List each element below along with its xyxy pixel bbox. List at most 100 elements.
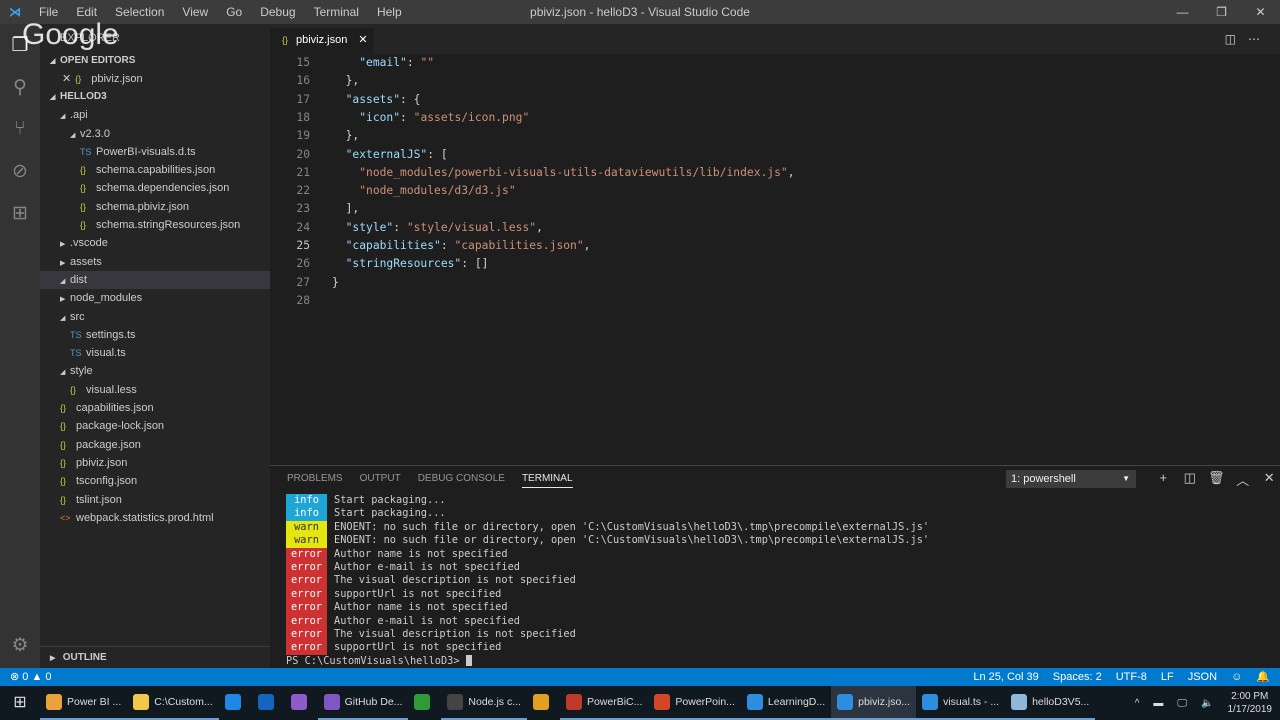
taskbar-app-powerpoint[interactable]: ■ PowerPoin... bbox=[648, 686, 741, 720]
settings-gear-icon[interactable]: ⚙ bbox=[0, 624, 40, 666]
tree-item[interactable]: ◢ .api bbox=[40, 106, 270, 124]
tree-item[interactable]: {} package-lock.json bbox=[40, 417, 270, 435]
volume-icon[interactable]: 🔈 bbox=[1201, 698, 1213, 709]
tree-item[interactable]: {} pbiviz.json bbox=[40, 454, 270, 472]
tree-item[interactable]: ▶ assets bbox=[40, 253, 270, 271]
tree-item[interactable]: ▶ .vscode bbox=[40, 234, 270, 252]
terminal-selector[interactable]: 1: powershell ▼ bbox=[1006, 470, 1136, 488]
menu-go[interactable]: Go bbox=[226, 5, 242, 19]
tree-item[interactable]: {} package.json bbox=[40, 436, 270, 454]
tray-chevron-icon[interactable]: ^ bbox=[1135, 698, 1140, 709]
debug-icon[interactable]: ⊘ bbox=[0, 150, 40, 192]
tree-item[interactable]: {} visual.less bbox=[40, 381, 270, 399]
menu-edit[interactable]: Edit bbox=[76, 5, 97, 19]
line-ending[interactable]: LF bbox=[1161, 668, 1174, 686]
menu-file[interactable]: File bbox=[39, 5, 58, 19]
ts-file-icon: TS bbox=[80, 146, 92, 157]
cursor-position[interactable]: Ln 25, Col 39 bbox=[973, 668, 1038, 686]
taskbar-app-chrome[interactable]: ■ Power BI ... bbox=[40, 686, 128, 720]
tree-item[interactable]: {} tslint.json bbox=[40, 491, 270, 509]
tree-item[interactable]: {} schema.dependencies.json bbox=[40, 179, 270, 197]
menu-terminal[interactable]: Terminal bbox=[314, 5, 359, 19]
tree-item[interactable]: <> webpack.statistics.prod.html bbox=[40, 509, 270, 527]
taskbar-app-notepad[interactable]: ■ helloD3V5... bbox=[1005, 686, 1096, 720]
trash-icon[interactable]: 🗑 bbox=[1203, 470, 1230, 489]
taskbar-app-outlook[interactable]: ■ bbox=[252, 686, 285, 720]
close-window-button[interactable]: ✕ bbox=[1241, 0, 1280, 24]
close-tab-icon[interactable]: ✕ bbox=[358, 34, 367, 46]
panel-tab-problems[interactable]: PROBLEMS bbox=[287, 473, 343, 488]
encoding[interactable]: UTF-8 bbox=[1116, 668, 1147, 686]
maximize-panel-icon[interactable]: ︿ bbox=[1230, 470, 1257, 489]
open-editor-item[interactable]: ✕ {} pbiviz.json bbox=[40, 70, 270, 88]
tree-item[interactable]: ▶ node_modules bbox=[40, 289, 270, 307]
log-message: supportUrl is not specified bbox=[334, 641, 502, 654]
tree-item[interactable]: {} schema.stringResources.json bbox=[40, 216, 270, 234]
code-token: , bbox=[536, 220, 543, 234]
tree-item[interactable]: TS PowerBI-visuals.d.ts bbox=[40, 143, 270, 161]
more-actions-icon[interactable]: ⋯ bbox=[1248, 32, 1272, 46]
language-mode[interactable]: JSON bbox=[1188, 668, 1217, 686]
panel-tab-debug-console[interactable]: DEBUG CONSOLE bbox=[418, 473, 505, 488]
taskbar-app-app-badge[interactable]: ■ bbox=[527, 686, 560, 720]
taskbar-app-vscode[interactable]: ■ visual.ts - ... bbox=[916, 686, 1006, 720]
tree-item[interactable]: TS settings.ts bbox=[40, 326, 270, 344]
taskbar-app-folder[interactable]: ■ C:\Custom... bbox=[127, 686, 219, 720]
project-header[interactable]: ◢ HELLOD3 bbox=[40, 88, 270, 106]
terminal-output[interactable]: info Start packaging... info Start packagin… bbox=[286, 494, 929, 668]
network-icon[interactable]: 🖵 bbox=[1177, 698, 1187, 709]
extensions-icon[interactable]: ⊞ bbox=[0, 192, 40, 234]
source-control-icon[interactable]: ⑂ bbox=[0, 108, 40, 150]
menu-debug[interactable]: Debug bbox=[260, 5, 295, 19]
code-editor[interactable]: 15 "email": "" 16 }, 17 "assets": {18 "ico… bbox=[270, 54, 1280, 464]
taskbar-app-edge[interactable]: ■ bbox=[219, 686, 252, 720]
feedback-smiley-icon[interactable]: ☺ bbox=[1231, 668, 1242, 686]
code-line: 26 "stringResources": [] bbox=[270, 255, 1270, 273]
tree-item-label: assets bbox=[70, 255, 102, 268]
indentation[interactable]: Spaces: 2 bbox=[1053, 668, 1102, 686]
taskbar-app-terminal[interactable]: ■ Node.js c... bbox=[441, 686, 527, 720]
close-icon[interactable]: ✕ bbox=[62, 73, 71, 85]
tree-item[interactable]: {} tsconfig.json bbox=[40, 472, 270, 490]
start-button[interactable]: ⊞ bbox=[0, 686, 40, 720]
problems-status[interactable]: ⊗ 0 ▲ 0 bbox=[10, 668, 52, 686]
search-icon[interactable]: ⚲ bbox=[0, 66, 40, 108]
maximize-button[interactable]: ❐ bbox=[1202, 0, 1241, 24]
battery-icon[interactable]: ▬ bbox=[1153, 698, 1163, 709]
tree-item[interactable]: TS visual.ts bbox=[40, 344, 270, 362]
taskbar-app-pdf[interactable]: ■ PowerBiC... bbox=[559, 686, 649, 720]
vscode-icon: ■ bbox=[922, 694, 939, 710]
menu-view[interactable]: View bbox=[182, 5, 208, 19]
split-editor-icon[interactable]: ◫ bbox=[1225, 32, 1248, 46]
menu-selection[interactable]: Selection bbox=[115, 5, 164, 19]
minimize-button[interactable]: — bbox=[1163, 0, 1202, 24]
close-panel-icon[interactable]: ✕ bbox=[1256, 470, 1280, 489]
line-number: 22 bbox=[296, 184, 310, 198]
clock-date: 1/17/2019 bbox=[1227, 704, 1273, 715]
tab-pbiviz-json[interactable]: {} pbiviz.json ✕ bbox=[270, 28, 374, 54]
taskbar-app-github[interactable]: ■ GitHub De... bbox=[317, 686, 409, 720]
clock[interactable]: 2:00 PM 1/17/2019 bbox=[1228, 690, 1273, 716]
taskbar-app-visual-studio[interactable]: ■ bbox=[285, 686, 318, 720]
tree-item[interactable]: ◢ dist bbox=[40, 270, 270, 290]
tree-item[interactable]: {} schema.pbiviz.json bbox=[40, 198, 270, 216]
tree-item[interactable]: {} capabilities.json bbox=[40, 399, 270, 417]
panel-tab-terminal[interactable]: TERMINAL bbox=[521, 473, 573, 488]
split-terminal-icon[interactable]: ◫ bbox=[1177, 470, 1204, 489]
tree-item[interactable]: ◢ src bbox=[40, 308, 270, 326]
tree-item[interactable]: ◢ style bbox=[40, 362, 270, 380]
tree-item[interactable]: {} schema.capabilities.json bbox=[40, 161, 270, 179]
tree-item[interactable]: ◢ v2.3.0 bbox=[40, 125, 270, 143]
terminal-line: warn ENOENT: no such file or directory, o… bbox=[286, 534, 929, 548]
outline-header[interactable]: ▶ OUTLINE bbox=[40, 646, 270, 668]
notifications-bell-icon[interactable]: 🔔 bbox=[1256, 668, 1270, 686]
taskbar-app-app-green[interactable]: ■ bbox=[408, 686, 441, 720]
taskbar-app-vscode[interactable]: ■ pbiviz.jso... bbox=[831, 686, 917, 720]
tree-item-label: capabilities.json bbox=[76, 402, 154, 415]
panel-tab-output[interactable]: OUTPUT bbox=[360, 473, 401, 488]
terminal-prompt-line[interactable]: PS C:\CustomVisuals\helloD3> bbox=[286, 655, 929, 668]
taskbar-app-vscode[interactable]: ■ LearningD... bbox=[740, 686, 832, 720]
open-editors-header[interactable]: ◢ OPEN EDITORS bbox=[40, 52, 270, 70]
menu-help[interactable]: Help bbox=[377, 5, 402, 19]
new-terminal-icon[interactable]: + bbox=[1150, 470, 1177, 489]
